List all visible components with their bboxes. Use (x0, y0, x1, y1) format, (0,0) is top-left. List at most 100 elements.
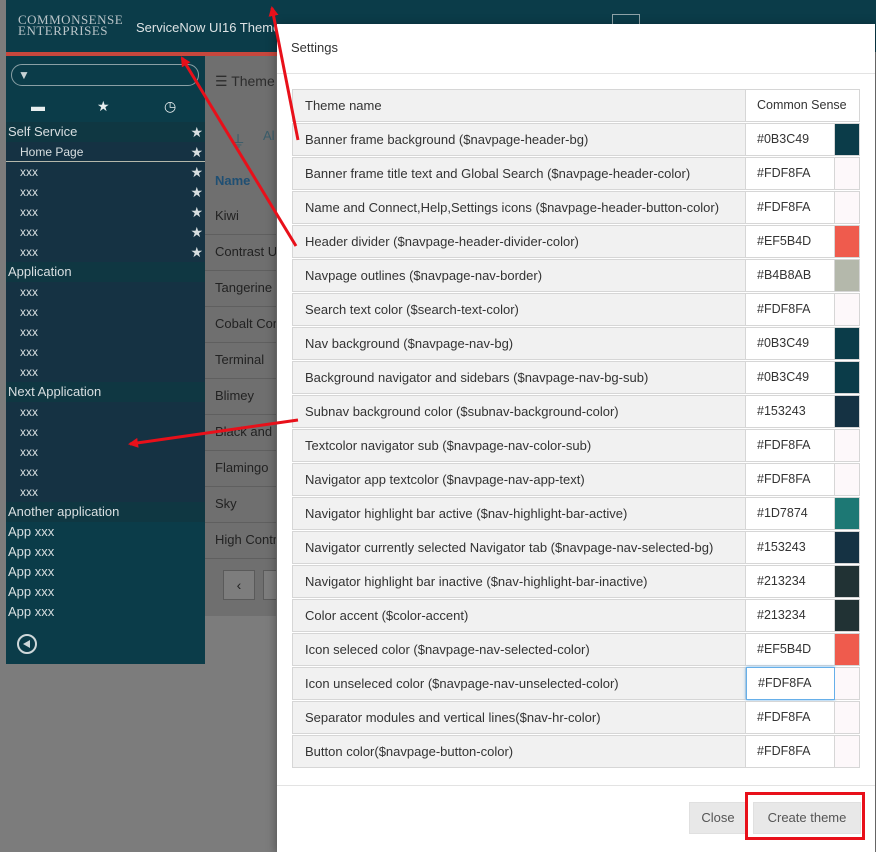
nav-module-item[interactable]: xxx ★ (6, 182, 205, 202)
nav-app-header[interactable]: Another application (6, 502, 205, 522)
color-value-input[interactable]: #153243 (746, 531, 835, 564)
favorite-star-icon[interactable]: ★ (190, 202, 203, 222)
nav-module-label: xxx (20, 345, 38, 359)
nav-module-item[interactable]: xxx ★ (6, 242, 205, 262)
setting-row: Textcolor navigator sub ($navpage-nav-co… (292, 429, 860, 462)
nav-module-item[interactable]: xxx ★ (6, 222, 205, 242)
content-list-item[interactable]: Kiwi (215, 208, 239, 223)
color-swatch[interactable] (835, 191, 860, 224)
nav-module-item[interactable]: xxx (6, 462, 205, 482)
color-value-input[interactable]: #FDF8FA (746, 667, 835, 700)
nav-module-item[interactable]: Home Page ★ (6, 142, 205, 162)
color-swatch[interactable] (835, 123, 860, 156)
close-button[interactable]: Close (689, 802, 747, 834)
color-swatch[interactable] (835, 497, 860, 530)
nav-module-item[interactable]: xxx (6, 482, 205, 502)
nav-module-item[interactable]: xxx (6, 422, 205, 442)
color-swatch[interactable] (835, 565, 860, 598)
funnel-icon[interactable]: ⏚ (230, 128, 246, 152)
content-list-item[interactable]: Contrast UI (215, 244, 276, 259)
next-page-button[interactable] (263, 570, 276, 600)
nav-app-header[interactable]: Self Service ★ (6, 122, 205, 142)
color-swatch[interactable] (835, 463, 860, 496)
content-list-item[interactable]: Flamingo (215, 460, 268, 475)
color-swatch[interactable] (835, 633, 860, 666)
nav-app-item[interactable]: App xxx (6, 602, 205, 622)
content-list-item[interactable]: Cobalt Con (215, 316, 276, 331)
content-list-item[interactable]: Blimey (215, 388, 254, 403)
nav-module-label: xxx (20, 225, 38, 239)
theme-name-input[interactable]: Common Sense (746, 89, 860, 122)
nav-module-item[interactable]: xxx (6, 342, 205, 362)
color-value-input[interactable]: #B4B8AB (746, 259, 835, 292)
color-swatch[interactable] (835, 395, 860, 428)
color-swatch[interactable] (835, 361, 860, 394)
collapse-nav-icon[interactable] (17, 634, 37, 654)
color-swatch[interactable] (835, 599, 860, 632)
color-value-input[interactable]: #EF5B4D (746, 633, 835, 666)
color-value-input[interactable]: #FDF8FA (746, 293, 835, 326)
color-value-input[interactable]: #213234 (746, 599, 835, 632)
nav-app-item[interactable]: App xxx (6, 582, 205, 602)
color-swatch[interactable] (835, 225, 860, 258)
nav-module-item[interactable]: xxx (6, 402, 205, 422)
clock-icon[interactable]: ◷ (164, 98, 176, 115)
nav-app-item[interactable]: App xxx (6, 542, 205, 562)
favorite-star-icon[interactable]: ★ (190, 122, 203, 142)
color-value-input[interactable]: #EF5B4D (746, 225, 835, 258)
setting-row: Header divider ($navpage-header-divider-… (292, 225, 860, 258)
color-swatch[interactable] (835, 157, 860, 190)
folder-icon[interactable]: ▬ (31, 98, 45, 114)
star-icon[interactable]: ★ (97, 98, 110, 115)
nav-module-item[interactable]: xxx ★ (6, 202, 205, 222)
color-swatch[interactable] (835, 667, 860, 700)
nav-app-header[interactable]: Next Application (6, 382, 205, 402)
color-swatch[interactable] (835, 531, 860, 564)
content-list-item[interactable]: Tangerine (215, 280, 272, 295)
nav-module-item[interactable]: xxx (6, 362, 205, 382)
nav-module-item[interactable]: xxx (6, 442, 205, 462)
color-swatch[interactable] (835, 293, 860, 326)
color-value-input[interactable]: #FDF8FA (746, 157, 835, 190)
favorite-star-icon[interactable]: ★ (190, 222, 203, 242)
nav-app-header[interactable]: Application (6, 262, 205, 282)
color-value-input[interactable]: #213234 (746, 565, 835, 598)
content-list-item[interactable]: Terminal (215, 352, 264, 367)
color-value-input[interactable]: #FDF8FA (746, 463, 835, 496)
color-value-input[interactable]: #0B3C49 (746, 123, 835, 156)
content-list-item[interactable]: High Contr (215, 532, 276, 547)
company-logo[interactable]: COMMONSENSE ENTERPRISES (18, 13, 123, 37)
favorite-star-icon[interactable]: ★ (190, 242, 203, 262)
setting-label: Nav background ($navpage-nav-bg) (292, 327, 746, 360)
prev-page-button[interactable]: ‹ (223, 570, 255, 600)
color-value-input[interactable]: #FDF8FA (746, 429, 835, 462)
favorite-star-icon[interactable]: ★ (190, 182, 203, 202)
nav-app-title: Next Application (8, 384, 102, 399)
nav-filter-input[interactable]: ▼ (11, 64, 199, 86)
color-value-input[interactable]: #FDF8FA (746, 735, 835, 768)
content-list-item[interactable]: Black and (215, 424, 272, 439)
color-value-input[interactable]: #153243 (746, 395, 835, 428)
content-list-item[interactable]: Sky (215, 496, 237, 511)
nav-app-item[interactable]: App xxx (6, 562, 205, 582)
nav-module-item[interactable]: xxx (6, 302, 205, 322)
favorite-star-icon[interactable]: ★ (190, 162, 203, 182)
color-value-input[interactable]: #0B3C49 (746, 361, 835, 394)
nav-module-item[interactable]: xxx ★ (6, 162, 205, 182)
color-swatch[interactable] (835, 701, 860, 734)
column-name-header[interactable]: Name (215, 173, 250, 188)
nav-module-item[interactable]: xxx (6, 322, 205, 342)
color-swatch[interactable] (835, 259, 860, 292)
color-value-input[interactable]: #0B3C49 (746, 327, 835, 360)
list-separator (205, 450, 276, 451)
color-value-input[interactable]: #1D7874 (746, 497, 835, 530)
color-swatch[interactable] (835, 327, 860, 360)
nav-module-item[interactable]: xxx (6, 282, 205, 302)
color-value-input[interactable]: #FDF8FA (746, 191, 835, 224)
color-swatch[interactable] (835, 429, 860, 462)
color-swatch[interactable] (835, 735, 860, 768)
favorite-star-icon[interactable]: ★ (190, 142, 203, 162)
nav-app-item[interactable]: App xxx (6, 522, 205, 542)
filter-all-link[interactable]: Al (263, 128, 275, 143)
color-value-input[interactable]: #FDF8FA (746, 701, 835, 734)
